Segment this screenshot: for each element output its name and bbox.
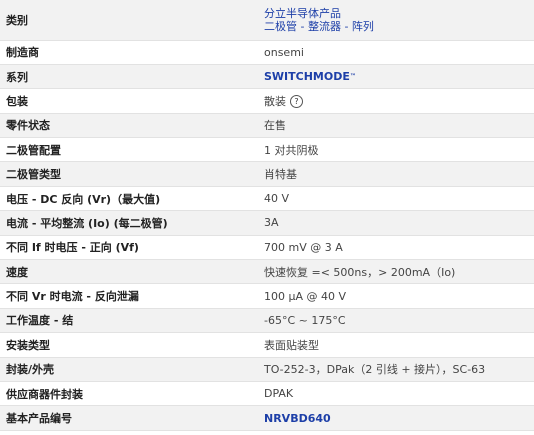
base-product-link[interactable]: NRVBD640 [264,412,331,425]
attr-value: 快速恢复 =< 500ns，> 200mA（Io) [257,259,534,285]
attr-label: 不同 If 时电压 - 正向 (Vf) [0,235,257,261]
attr-label: 电流 - 平均整流 (Io) (每二极管) [0,210,257,236]
attr-label: 封装/外壳 [0,357,257,382]
trademark-mark: ™ [349,73,356,81]
question-circle-icon[interactable]: ? [290,95,303,109]
attr-label: 速度 [0,259,257,285]
attr-label: 类别 [0,0,257,41]
attr-label: 二极管类型 [0,161,257,187]
attr-row-reverse-leakage: 不同 Vr 时电流 - 反向泄漏 100 µA @ 40 V [0,283,534,309]
attr-row-diode-type: 二极管类型 肖特基 [0,161,534,187]
attr-label: 零件状态 [0,113,257,139]
attr-value: 散装? [257,88,534,114]
attr-label: 供应商器件封装 [0,381,257,407]
attr-row-part-status: 零件状态 在售 [0,113,534,139]
attr-row-diode-config: 二极管配置 1 对共阴极 [0,137,534,163]
attr-row-operating-temp: 工作温度 - 结 -65°C ~ 175°C [0,308,534,334]
attr-label: 基本产品编号 [0,405,257,431]
category-link-discrete[interactable]: 分立半导体产品 [264,7,528,20]
attr-value: -65°C ~ 175°C [257,308,534,334]
attr-label: 安装类型 [0,332,257,358]
attr-label: 工作温度 - 结 [0,308,257,334]
attr-row-supplier-package: 供应商器件封装 DPAK [0,381,534,407]
attr-label: 系列 [0,64,257,90]
attr-row-speed: 速度 快速恢复 =< 500ns，> 200mA（Io) [0,259,534,285]
attr-label: 包装 [0,88,257,114]
attr-value: 100 µA @ 40 V [257,283,534,309]
attr-row-category: 类别 分立半导体产品 二极管 - 整流器 - 阵列 [0,0,534,41]
attr-value: 在售 [257,113,534,139]
attr-row-series: 系列 SWITCHMODE™ [0,64,534,90]
attr-value: 40 V [257,186,534,212]
packaging-value: 散装 [264,94,286,108]
attr-value: onsemi [257,40,534,65]
series-link[interactable]: SWITCHMODE™ [264,70,356,83]
attr-row-current-avg-rectified: 电流 - 平均整流 (Io) (每二极管) 3A [0,210,534,236]
attr-value: 700 mV @ 3 A [257,235,534,261]
series-link-text: SWITCHMODE [264,70,350,84]
attr-value: NRVBD640 [257,405,534,431]
attr-row-voltage-forward: 不同 If 时电压 - 正向 (Vf) 700 mV @ 3 A [0,235,534,261]
category-link-diode-arrays[interactable]: 二极管 - 整流器 - 阵列 [264,20,528,33]
attr-value: SWITCHMODE™ [257,64,534,90]
attr-value: DPAK [257,381,534,407]
attr-value: 表面贴装型 [257,332,534,358]
attr-row-mounting-type: 安装类型 表面贴装型 [0,332,534,358]
attr-value: 肖特基 [257,161,534,187]
attr-label: 二极管配置 [0,137,257,163]
attr-value: 1 对共阴极 [257,137,534,163]
attr-row-voltage-dc-reverse: 电压 - DC 反向 (Vr)（最大值) 40 V [0,186,534,212]
attr-label: 电压 - DC 反向 (Vr)（最大值) [0,186,257,212]
attr-row-packaging: 包装 散装? [0,88,534,114]
attr-value: 分立半导体产品 二极管 - 整流器 - 阵列 [257,0,534,41]
attr-value: 3A [257,210,534,236]
attr-row-manufacturer: 制造商 onsemi [0,40,534,65]
attr-value: TO-252-3，DPak（2 引线 + 接片），SC-63 [257,357,534,382]
product-attributes-table: 类别 分立半导体产品 二极管 - 整流器 - 阵列 制造商 onsemi 系列 … [0,0,534,431]
attr-row-package-case: 封装/外壳 TO-252-3，DPak（2 引线 + 接片），SC-63 [0,357,534,382]
attr-row-base-product-number: 基本产品编号 NRVBD640 [0,405,534,431]
attr-label: 制造商 [0,40,257,65]
attr-label: 不同 Vr 时电流 - 反向泄漏 [0,283,257,309]
